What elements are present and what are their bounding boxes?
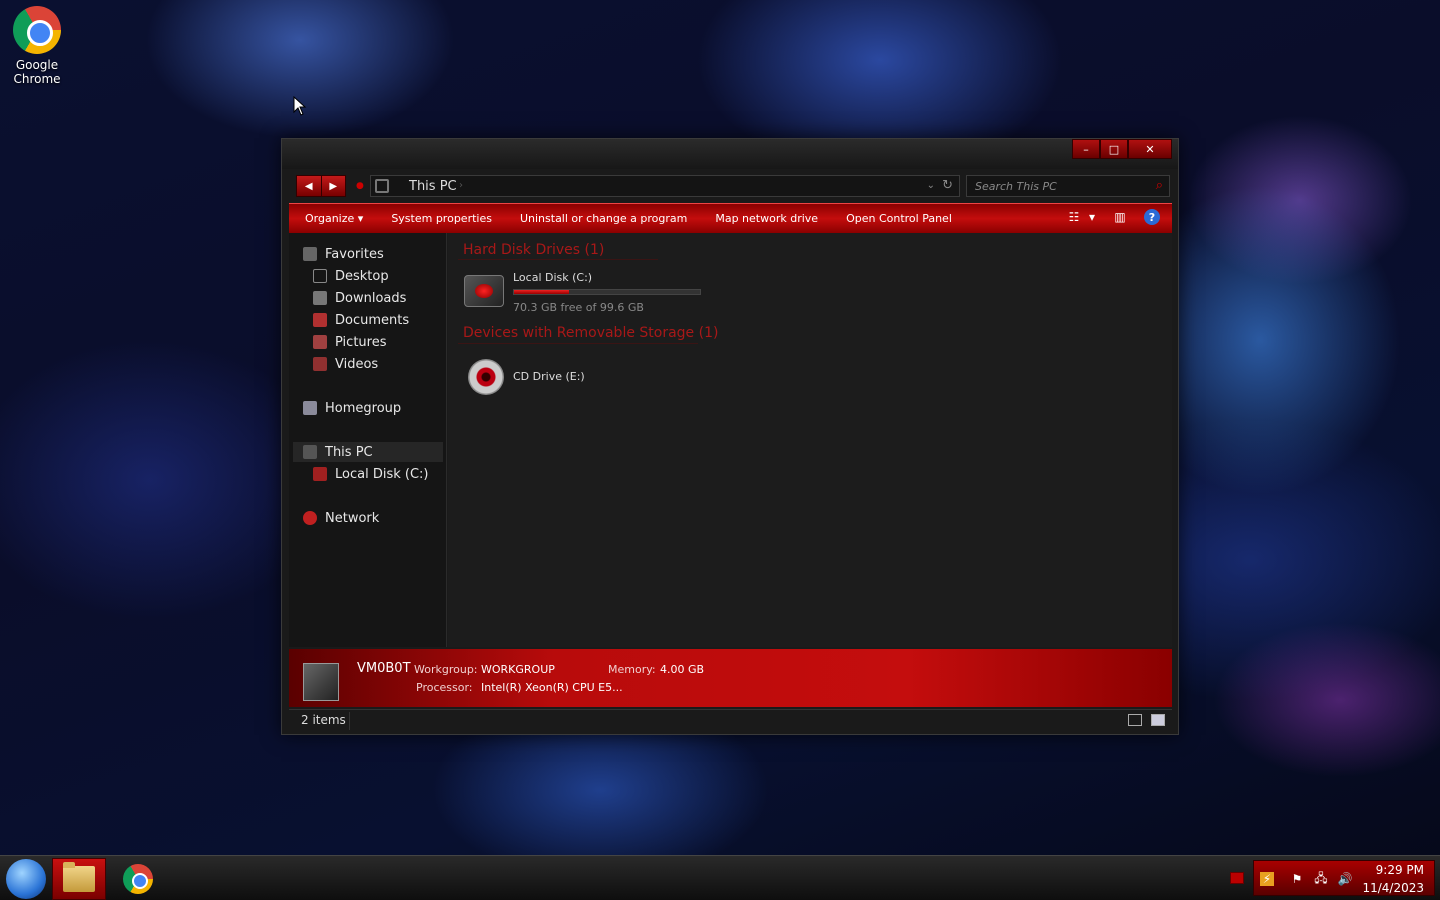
search-input[interactable]: Search This PC ⌕ xyxy=(966,175,1170,197)
downloads-folder-icon xyxy=(313,291,327,305)
mouse-cursor-icon xyxy=(293,96,307,116)
chrome-icon xyxy=(13,6,61,54)
show-hidden-icons[interactable] xyxy=(1230,872,1244,884)
command-bar: Organize ▾ System properties Uninstall o… xyxy=(289,203,1172,233)
local-disk-icon xyxy=(313,467,327,481)
large-icons-view-icon[interactable] xyxy=(1151,714,1165,726)
desktop-folder-icon xyxy=(313,269,327,283)
power-icon[interactable]: ⚡ xyxy=(1260,872,1274,886)
view-controls: ☷ ▾ ▥ ? xyxy=(1066,209,1160,225)
address-dropdown-icon[interactable]: ⌄ xyxy=(927,180,935,191)
explorer-window: – □ ✕ ◀ ▶ ● This PC › ⌄ ↻ Search This PC… xyxy=(281,138,1179,735)
action-center-flag-icon[interactable]: ⚑ xyxy=(1290,872,1304,886)
title-bar[interactable]: – □ ✕ xyxy=(282,139,1178,169)
status-divider xyxy=(349,712,350,730)
drive-name: CD Drive (E:) xyxy=(513,370,585,383)
maximize-button[interactable]: □ xyxy=(1100,139,1128,159)
videos-folder-icon xyxy=(313,357,327,371)
drive-tile-cd-drive[interactable]: CD Drive (E:) xyxy=(464,357,664,397)
help-icon[interactable]: ? xyxy=(1144,209,1160,225)
documents-folder-icon xyxy=(313,313,327,327)
volume-icon[interactable]: 🔊 xyxy=(1338,872,1353,886)
nav-documents[interactable]: Documents xyxy=(313,310,409,330)
taskbar-google-chrome[interactable] xyxy=(111,858,165,900)
details-pane: VM0B0T Workgroup: WORKGROUP Memory: 4.00… xyxy=(289,649,1172,707)
close-button[interactable]: ✕ xyxy=(1128,139,1172,159)
drive-usage-fill xyxy=(514,290,569,294)
navigation-bar: ◀ ▶ ● This PC › ⌄ ↻ Search This PC ⌕ xyxy=(290,173,1170,199)
nav-pictures[interactable]: Pictures xyxy=(313,332,386,352)
breadcrumb-chevron-icon[interactable]: › xyxy=(459,180,463,191)
breadcrumb-this-pc[interactable]: This PC xyxy=(409,179,457,194)
clock-date[interactable]: 11/4/2023 xyxy=(1362,881,1424,895)
processor-label: Processor: xyxy=(416,681,473,694)
computer-icon xyxy=(303,663,339,701)
nav-network[interactable]: Network xyxy=(303,508,379,528)
cd-drive-icon xyxy=(468,359,504,395)
caption-buttons: – □ ✕ xyxy=(1072,139,1172,159)
item-count: 2 items xyxy=(301,713,346,727)
back-forward-buttons: ◀ ▶ xyxy=(296,175,346,197)
nav-downloads[interactable]: Downloads xyxy=(313,288,406,308)
clock-time[interactable]: 9:29 PM xyxy=(1376,863,1424,877)
nav-desktop[interactable]: Desktop xyxy=(313,266,389,286)
desktop-icon-label: Google Chrome xyxy=(13,58,61,86)
minimize-button[interactable]: – xyxy=(1072,139,1100,159)
taskbar-file-explorer[interactable] xyxy=(52,858,106,900)
search-placeholder: Search This PC xyxy=(975,180,1057,193)
workgroup-value: WORKGROUP xyxy=(481,663,555,676)
pictures-folder-icon xyxy=(313,335,327,349)
drive-name: Local Disk (C:) xyxy=(513,271,593,284)
nav-homegroup[interactable]: Homegroup xyxy=(303,398,401,418)
group-divider xyxy=(458,259,658,260)
address-bar[interactable]: This PC › ⌄ ↻ xyxy=(370,175,960,197)
navigation-pane: Favorites Desktop Downloads Documents Pi… xyxy=(289,233,447,647)
system-tray: ⚡ ⚑ 🖧 🔊 9:29 PM 11/4/2023 xyxy=(1253,860,1435,896)
drive-free-space: 70.3 GB free of 99.6 GB xyxy=(513,301,644,314)
back-button[interactable]: ◀ xyxy=(297,176,321,196)
computer-name: VM0B0T xyxy=(357,661,411,676)
system-properties-button[interactable]: System properties xyxy=(377,212,506,225)
chrome-icon xyxy=(123,864,153,894)
workgroup-label: Workgroup: xyxy=(414,663,478,676)
recent-locations-icon[interactable]: ● xyxy=(356,181,364,191)
start-button[interactable] xyxy=(6,859,46,899)
search-icon[interactable]: ⌕ xyxy=(1156,178,1163,193)
favorites-star-icon xyxy=(303,247,317,261)
refresh-icon[interactable]: ↻ xyxy=(942,178,953,193)
nav-favorites[interactable]: Favorites xyxy=(303,244,384,264)
preview-pane-icon[interactable]: ▥ xyxy=(1112,209,1128,225)
network-icon xyxy=(303,511,317,525)
uninstall-program-button[interactable]: Uninstall or change a program xyxy=(506,212,701,225)
group-header-removable-storage[interactable]: Devices with Removable Storage (1) xyxy=(463,325,718,341)
taskbar: ⚡ ⚑ 🖧 🔊 9:29 PM 11/4/2023 xyxy=(0,855,1440,900)
view-options-icon[interactable]: ☷ xyxy=(1066,209,1082,225)
group-divider xyxy=(458,343,698,344)
nav-this-pc[interactable]: This PC xyxy=(293,442,443,462)
nav-local-disk[interactable]: Local Disk (C:) xyxy=(313,464,428,484)
this-pc-icon xyxy=(303,445,317,459)
processor-value: Intel(R) Xeon(R) CPU E5... xyxy=(481,681,623,694)
drive-tile-local-disk[interactable]: Local Disk (C:) 70.3 GB free of 99.6 GB xyxy=(464,269,714,315)
memory-value: 4.00 GB xyxy=(660,663,705,676)
memory-label: Memory: xyxy=(608,663,656,676)
folder-icon xyxy=(63,862,95,892)
homegroup-icon xyxy=(303,401,317,415)
this-pc-icon xyxy=(375,179,389,193)
open-control-panel-button[interactable]: Open Control Panel xyxy=(832,212,966,225)
drive-usage-bar xyxy=(513,289,701,295)
view-dropdown-icon[interactable]: ▾ xyxy=(1088,209,1096,225)
group-header-hard-disk-drives[interactable]: Hard Disk Drives (1) xyxy=(463,242,604,258)
organize-button[interactable]: Organize ▾ xyxy=(289,212,377,225)
nav-videos[interactable]: Videos xyxy=(313,354,378,374)
content-area: Hard Disk Drives (1) Local Disk (C:) 70.… xyxy=(448,233,1172,647)
desktop-icon-google-chrome[interactable]: Google Chrome xyxy=(8,6,66,86)
details-view-icon[interactable] xyxy=(1128,714,1142,726)
forward-button[interactable]: ▶ xyxy=(320,176,346,196)
status-bar: 2 items xyxy=(289,709,1172,731)
hard-drive-icon xyxy=(464,275,504,307)
network-icon[interactable]: 🖧 xyxy=(1314,871,1328,886)
map-network-drive-button[interactable]: Map network drive xyxy=(701,212,832,225)
